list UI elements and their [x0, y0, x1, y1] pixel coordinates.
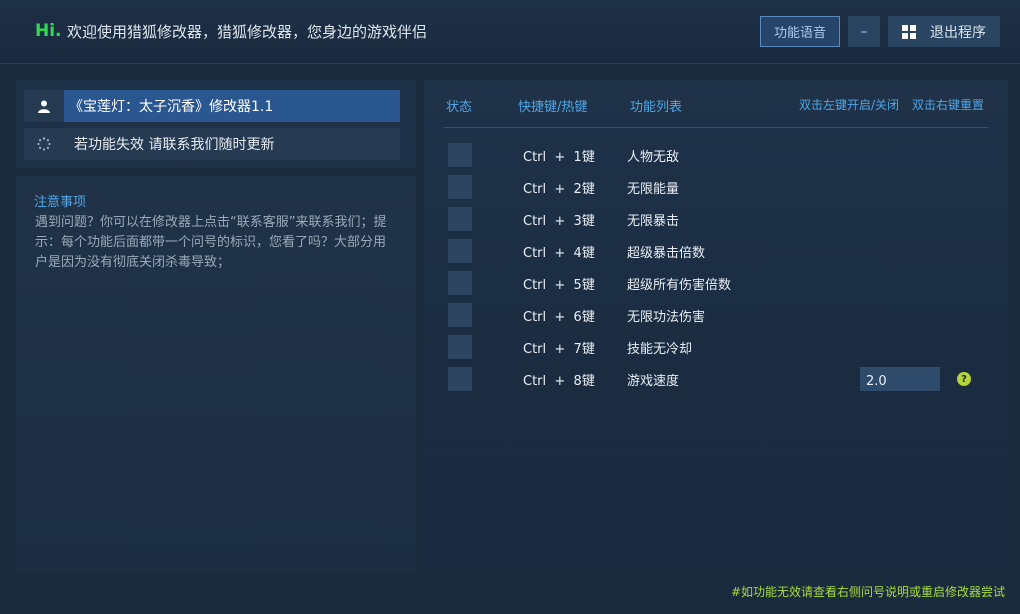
- toggle-checkbox[interactable]: [448, 271, 472, 295]
- feature-name[interactable]: 无限能量: [627, 178, 679, 197]
- title-bar: Hi. 欢迎使用猎狐修改器，猎狐修改器，您身边的游戏伴侣 功能语音 – 退出程序: [0, 0, 1020, 64]
- hi-logo: Hi.: [35, 21, 62, 41]
- cheat-row: Ctrl + 5键 超级所有伤害倍数: [448, 271, 988, 295]
- feature-name[interactable]: 超级所有伤害倍数: [627, 274, 731, 293]
- cheat-row: Ctrl + 7键 技能无冷却: [448, 335, 988, 359]
- game-title: 《宝莲灯：太子沉香》修改器1.1: [64, 90, 400, 122]
- feature-name[interactable]: 无限功法伤害: [627, 306, 705, 325]
- feature-name[interactable]: 技能无冷却: [627, 338, 692, 357]
- hotkey-label: Ctrl + 6键: [523, 310, 595, 325]
- header-divider: [444, 127, 988, 128]
- toggle-checkbox[interactable]: [448, 207, 472, 231]
- update-note-text: 若功能失效 请联系我们随时更新: [74, 137, 275, 153]
- cheat-row: Ctrl + 1键 人物无敌: [448, 143, 988, 167]
- game-speed-input[interactable]: [860, 367, 940, 391]
- exit-label: 退出程序: [930, 24, 986, 41]
- windows-icon: [902, 24, 916, 39]
- toggle-checkbox[interactable]: [448, 175, 472, 199]
- hotkey-label: Ctrl + 5键: [523, 278, 595, 293]
- hotkey-label: Ctrl + 1键: [523, 150, 595, 165]
- feature-name[interactable]: 无限暴击: [627, 210, 679, 229]
- help-icon[interactable]: ?: [957, 372, 971, 386]
- feature-name[interactable]: 人物无敌: [627, 146, 679, 165]
- hotkey-label: Ctrl + 7键: [523, 342, 595, 357]
- hotkey-label: Ctrl + 2键: [523, 182, 595, 197]
- hint-left-click: 双击左键开启/关闭: [799, 98, 900, 112]
- game-row[interactable]: 《宝莲灯：太子沉香》修改器1.1: [24, 90, 400, 122]
- hint-right-click: 双击右键重置: [912, 98, 985, 112]
- toggle-checkbox[interactable]: [448, 303, 472, 327]
- update-note-row[interactable]: 若功能失效 请联系我们随时更新: [24, 128, 400, 160]
- loading-icon: [24, 128, 64, 160]
- voice-button[interactable]: 功能语音: [760, 16, 840, 47]
- footer-note: #如功能无效请查看右侧问号说明或重启修改器尝试: [730, 585, 1005, 599]
- feature-name[interactable]: 游戏速度: [627, 370, 679, 389]
- column-status: 状态: [446, 100, 473, 115]
- hotkey-label: Ctrl + 8键: [523, 374, 595, 389]
- toggle-checkbox[interactable]: [448, 143, 472, 167]
- minimize-button[interactable]: –: [848, 16, 880, 47]
- feature-name[interactable]: 超级暴击倍数: [627, 242, 705, 261]
- hotkey-label: Ctrl + 4键: [523, 246, 595, 261]
- cheat-row: Ctrl + 2键 无限能量: [448, 175, 988, 199]
- hotkey-label: Ctrl + 3键: [523, 214, 595, 229]
- column-hotkey: 快捷键/热键: [518, 100, 588, 115]
- exit-button[interactable]: 退出程序: [888, 16, 1000, 47]
- column-features: 功能列表: [630, 100, 683, 115]
- user-icon: [24, 90, 64, 122]
- toggle-checkbox[interactable]: [448, 239, 472, 263]
- cheat-row: Ctrl + 3键 无限暴击: [448, 207, 988, 231]
- cheat-row: Ctrl + 4键 超级暴击倍数: [448, 239, 988, 263]
- notice-title: 注意事项: [34, 195, 87, 210]
- welcome-text: 欢迎使用猎狐修改器，猎狐修改器，您身边的游戏伴侣: [67, 23, 428, 41]
- toggle-checkbox[interactable]: [448, 335, 472, 359]
- notice-text: 遇到问题？你可以在修改器上点击“联系客服”来联系我们；提示：每个功能后面都带一个…: [35, 215, 387, 270]
- toggle-checkbox[interactable]: [448, 367, 472, 391]
- cheat-row: Ctrl + 6键 无限功法伤害: [448, 303, 988, 327]
